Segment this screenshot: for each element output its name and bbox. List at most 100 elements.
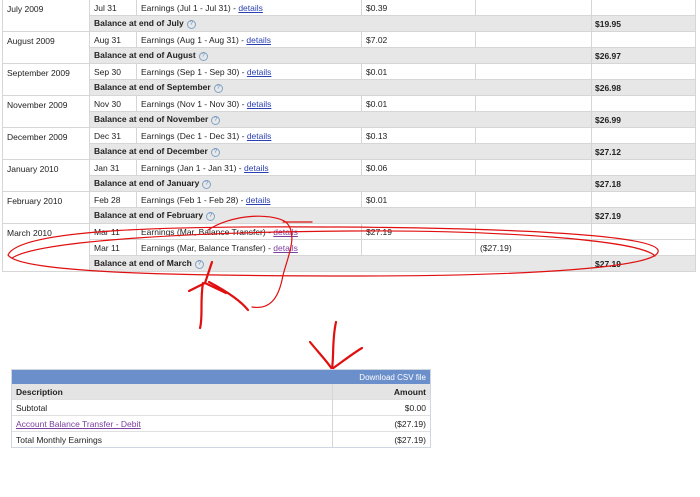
question-circle-icon[interactable]: ? <box>206 211 216 221</box>
summary-description: Total Monthly Earnings <box>12 431 333 447</box>
details-link[interactable]: details <box>247 67 272 77</box>
balance-label-cell: Balance at end of March? <box>89 255 592 272</box>
summary-row: Account Balance Transfer - Debit ($27.19) <box>12 415 430 432</box>
balance-cell <box>591 223 696 240</box>
month-label: August 2009 <box>2 31 90 64</box>
question-circle-icon[interactable]: ? <box>194 259 204 269</box>
balance-label-cell: Balance at end of July? <box>89 15 592 32</box>
summary-amount: ($27.19) <box>331 415 430 432</box>
month-label: November 2009 <box>2 95 90 128</box>
balance-row: Balance at end of November? $26.99 <box>3 111 696 128</box>
balance-amount: $27.18 <box>591 175 696 192</box>
balance-row: Balance at end of January? $27.18 <box>3 175 696 192</box>
balance-cell <box>591 95 696 112</box>
transaction-date: Jan 31 <box>89 159 137 176</box>
details-link[interactable]: details <box>238 3 263 13</box>
balance-label: Balance at end of January <box>94 178 200 189</box>
balance-label: Balance at end of August <box>94 50 196 61</box>
balance-amount: $27.19 <box>591 255 696 272</box>
question-circle-icon[interactable]: ? <box>186 19 196 29</box>
annotation-arrow-2 <box>308 320 364 371</box>
balance-amount: $26.98 <box>591 79 696 96</box>
balance-label: Balance at end of February <box>94 210 204 221</box>
balance-transfer-link[interactable]: Account Balance Transfer - Debit <box>16 419 141 429</box>
balance-row: Balance at end of July? $19.95 <box>3 15 696 32</box>
balance-amount: $26.99 <box>591 111 696 128</box>
details-link[interactable]: details <box>273 227 298 237</box>
transaction-description: Earnings (Mar, Balance Transfer) - detai… <box>136 223 362 240</box>
summary-description: Account Balance Transfer - Debit <box>12 415 333 432</box>
balance-row: Balance at end of December? $27.12 <box>3 143 696 160</box>
debit-amount <box>475 95 592 112</box>
transaction-description: Earnings (Aug 1 - Aug 31) - details <box>136 31 362 48</box>
description-text: Earnings (Mar, Balance Transfer) - <box>141 226 271 237</box>
balance-cell <box>591 127 696 144</box>
debit-amount <box>475 159 592 176</box>
credit-amount: $0.01 <box>361 191 476 208</box>
balance-cell <box>591 239 696 256</box>
balance-label: Balance at end of July <box>94 18 184 29</box>
transaction-description: Earnings (Mar, Balance Transfer) - detai… <box>136 239 362 256</box>
details-link[interactable]: details <box>247 131 272 141</box>
question-circle-icon[interactable]: ? <box>202 179 212 189</box>
balance-label: Balance at end of November <box>94 114 209 125</box>
details-link[interactable]: details <box>246 35 271 45</box>
description-text: Earnings (Jul 1 - Jul 31) - <box>141 2 236 13</box>
summary-description: Subtotal <box>12 399 333 416</box>
balance-label-cell: Balance at end of February? <box>89 207 592 224</box>
month-label: September 2009 <box>2 63 90 96</box>
transaction-row: December 2009 Dec 31 Earnings (Dec 1 - Dec… <box>2 127 696 160</box>
transaction-row: Mar 11 Earnings (Mar, Balance Transfer) -… <box>3 239 696 256</box>
month-label: December 2009 <box>2 127 90 160</box>
credit-amount: $0.13 <box>361 127 476 144</box>
download-csv-link[interactable]: Download CSV file <box>359 373 426 382</box>
transaction-row: January 2010 Jan 31 Earnings (Jan 1 - Jan … <box>2 159 696 192</box>
details-link[interactable]: details <box>273 243 298 253</box>
balance-label: Balance at end of December <box>94 146 208 157</box>
summary-row: Subtotal $0.00 <box>12 399 430 416</box>
transaction-row: March 2010 Mar 11 Earnings (Mar, Balance T… <box>2 223 696 272</box>
credit-amount: $0.01 <box>361 63 476 80</box>
transaction-date: Jul 31 <box>89 0 137 16</box>
summary-amount: $0.00 <box>331 399 430 416</box>
transaction-date: Mar 11 <box>89 239 137 256</box>
balance-row: Balance at end of September? $26.98 <box>3 79 696 96</box>
month-label: February 2010 <box>2 191 90 224</box>
balance-label: Balance at end of September <box>94 82 211 93</box>
summary-header-row: Description Amount <box>12 384 430 400</box>
amount-header: Amount <box>331 384 430 400</box>
balance-row: Balance at end of March? $27.19 <box>3 255 696 272</box>
month-label: July 2009 <box>2 0 90 32</box>
balance-amount: $26.97 <box>591 47 696 64</box>
balance-amount: $27.19 <box>591 207 696 224</box>
transaction-row: November 2009 Nov 30 Earnings (Nov 1 - Nov… <box>2 95 696 128</box>
description-text: Earnings (Aug 1 - Aug 31) - <box>141 34 245 45</box>
question-circle-icon[interactable]: ? <box>210 147 220 157</box>
balance-row: Balance at end of February? $27.19 <box>3 207 696 224</box>
transaction-description: Earnings (Jul 1 - Jul 31) - details <box>136 0 362 16</box>
balance-label-cell: Balance at end of December? <box>89 143 592 160</box>
details-link[interactable]: details <box>246 195 271 205</box>
month-label: January 2010 <box>2 159 90 192</box>
question-circle-icon[interactable]: ? <box>213 83 223 93</box>
transaction-row: August 2009 Aug 31 Earnings (Aug 1 - Aug 3… <box>2 31 696 64</box>
transaction-description: Earnings (Jan 1 - Jan 31) - details <box>136 159 362 176</box>
transaction-date: Feb 28 <box>89 191 137 208</box>
summary-amount: ($27.19) <box>331 431 430 447</box>
debit-amount <box>475 63 592 80</box>
earnings-history-table: July 2009 Jul 31 Earnings (Jul 1 - Jul 31)… <box>2 0 696 272</box>
description-header: Description <box>12 384 333 400</box>
description-text: Earnings (Feb 1 - Feb 28) - <box>141 194 244 205</box>
details-link[interactable]: details <box>244 163 269 173</box>
credit-amount: $27.19 <box>361 223 476 240</box>
balance-cell <box>591 191 696 208</box>
balance-cell <box>591 159 696 176</box>
balance-amount: $27.12 <box>591 143 696 160</box>
transaction-date: Dec 31 <box>89 127 137 144</box>
description-text: Earnings (Jan 1 - Jan 31) - <box>141 162 242 173</box>
details-link[interactable]: details <box>247 99 272 109</box>
question-circle-icon[interactable]: ? <box>211 115 221 125</box>
balance-label-cell: Balance at end of January? <box>89 175 592 192</box>
question-circle-icon[interactable]: ? <box>198 51 208 61</box>
monthly-summary-box: Download CSV file Description Amount Sub… <box>11 369 431 448</box>
